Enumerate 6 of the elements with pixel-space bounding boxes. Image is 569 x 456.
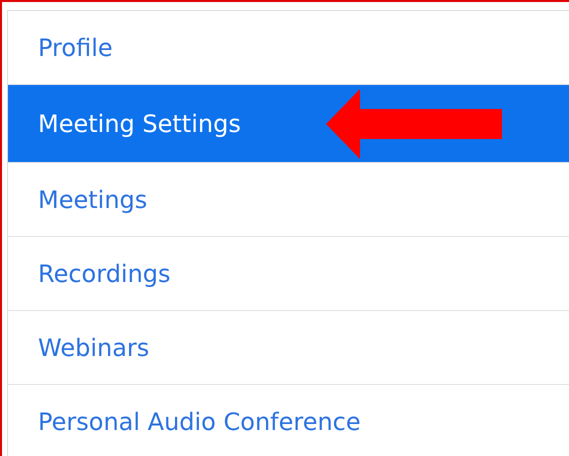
menu-item[interactable]: Personal Audio Conference bbox=[8, 385, 569, 456]
menu-item[interactable]: Meetings bbox=[8, 163, 569, 237]
menu-item[interactable]: Meeting Settings bbox=[8, 85, 569, 163]
menu-item[interactable]: Recordings bbox=[8, 237, 569, 311]
arrow-icon bbox=[326, 88, 502, 158]
menu-item[interactable]: Webinars bbox=[8, 311, 569, 385]
